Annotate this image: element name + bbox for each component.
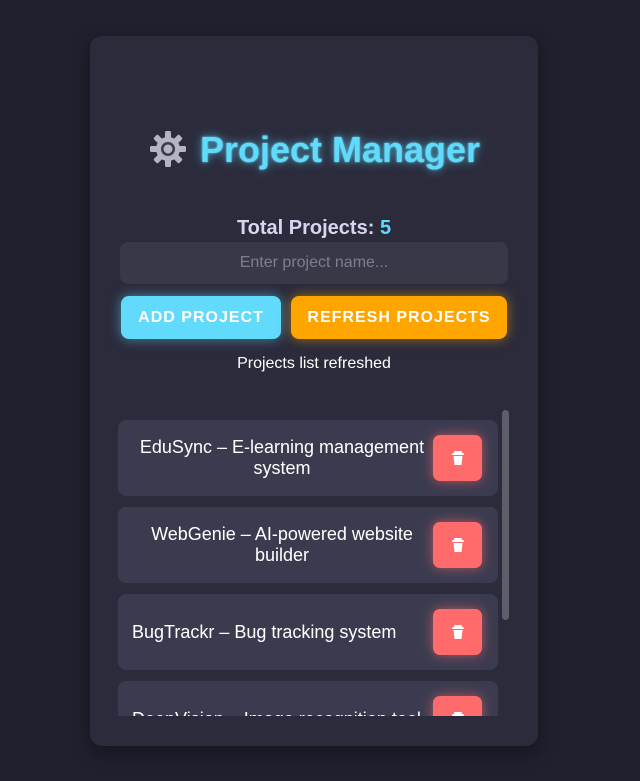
list-item: DeepVision – Image recognition tool <box>118 681 498 716</box>
project-name: WebGenie – AI-powered website builder <box>151 524 413 565</box>
project-name: DeepVision – Image recognition tool <box>132 681 432 717</box>
add-project-button[interactable]: ADD PROJECT <box>121 296 281 339</box>
delete-button[interactable] <box>433 696 482 716</box>
delete-button[interactable] <box>433 522 482 568</box>
project-name-input[interactable] <box>120 242 508 284</box>
project-name: EduSync – E-learning management system <box>139 437 425 478</box>
trash-icon <box>433 712 482 716</box>
total-label: Total Projects: <box>236 217 375 239</box>
delete-button[interactable] <box>433 609 482 655</box>
scrollbar[interactable] <box>502 410 509 620</box>
total-projects: Total Projects: 5 <box>90 214 538 242</box>
gear-icon <box>148 129 188 169</box>
trash-icon <box>433 451 482 465</box>
project-manager-card: Project Manager Total Projects: 5 ADD PR… <box>90 36 538 746</box>
list-item: WebGenie – AI-powered website builder <box>118 507 498 583</box>
total-count: 5 <box>379 217 392 239</box>
delete-button[interactable] <box>433 435 482 481</box>
project-list[interactable]: EduSync – E-learning management system W… <box>118 410 510 716</box>
trash-icon <box>433 625 482 639</box>
project-name: BugTrackr – Bug tracking system <box>132 621 397 642</box>
title-text: Project Manager <box>199 129 481 170</box>
trash-icon <box>433 538 482 552</box>
refresh-projects-button[interactable]: REFRESH PROJECTS <box>291 296 507 339</box>
list-item: BugTrackr – Bug tracking system <box>118 594 498 670</box>
page-title: Project Manager <box>90 128 538 172</box>
status-message: Projects list refreshed <box>237 355 391 372</box>
list-item: EduSync – E-learning management system <box>118 420 498 496</box>
